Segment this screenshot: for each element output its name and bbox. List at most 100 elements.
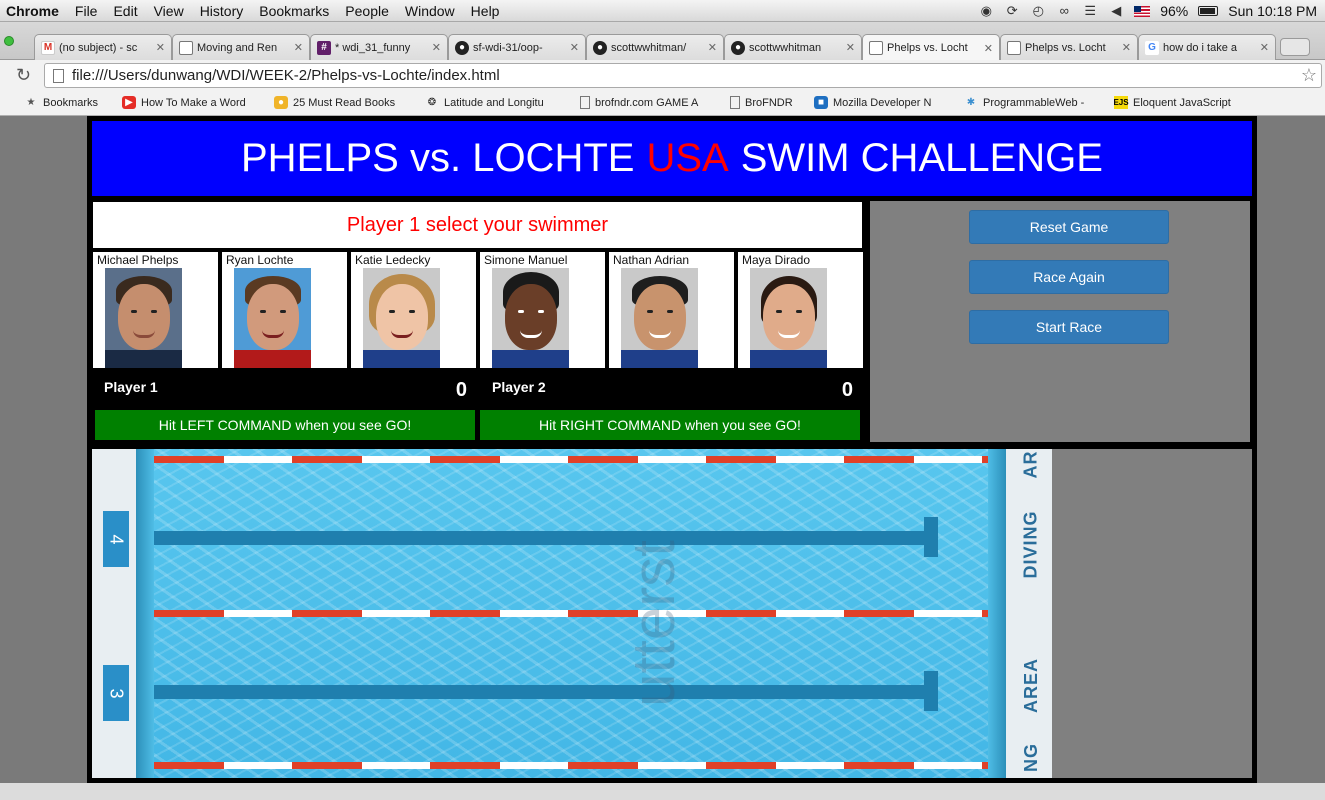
tab-label: how do i take a — [1163, 41, 1237, 54]
lane-rope — [154, 762, 988, 769]
controls-panel: Reset Game Race Again Start Race — [870, 201, 1250, 442]
player-1-score-row: Player 1 0 — [92, 368, 477, 405]
tab-label: * wdi_31_funny — [335, 41, 411, 54]
menu-app-name[interactable]: Chrome — [0, 3, 67, 19]
sync-icon[interactable]: ⟳ — [1004, 4, 1020, 18]
side-text-label: NG — [1020, 742, 1041, 772]
player-1-score: 0 — [455, 379, 467, 401]
reset-game-button[interactable]: Reset Game — [969, 210, 1169, 244]
swimmer-photo[interactable] — [234, 268, 311, 368]
player-2-label: Player 2 — [492, 379, 546, 395]
tab-close-icon[interactable]: ✕ — [708, 41, 717, 54]
menu-history[interactable]: History — [192, 3, 252, 19]
swimmer-name: Katie Ledecky — [355, 253, 431, 267]
menu-people[interactable]: People — [337, 3, 397, 19]
game-title: PHELPS vs. LOCHTE USA SWIM CHALLENGE — [92, 121, 1252, 196]
swimming-pool: 4 3 AR DIVING AREA NG utterst — [92, 449, 1052, 778]
lane-number-4: 4 — [103, 511, 129, 567]
swimmer-card-dirado[interactable]: Maya Dirado — [738, 252, 863, 368]
us-flag-icon[interactable] — [1134, 5, 1151, 17]
select-prompt: Player 1 select your swimmer — [93, 202, 862, 248]
gmail-icon: M — [41, 40, 55, 55]
volume-icon[interactable]: ◀ — [1108, 4, 1124, 18]
github-icon: ● — [455, 40, 469, 55]
menu-edit[interactable]: Edit — [105, 3, 145, 19]
battery-percent[interactable]: 96% — [1160, 3, 1188, 19]
bookmark-bookmarks[interactable]: ★ Bookmarks — [24, 96, 116, 109]
swimmer-card-ledecky[interactable]: Katie Ledecky — [351, 252, 476, 368]
tab-close-icon[interactable]: ✕ — [846, 41, 855, 54]
side-text-ng: NG — [1018, 739, 1044, 775]
new-tab-button[interactable] — [1280, 38, 1310, 56]
bookmark-eloquent-js[interactable]: EJS Eloquent JavaScript — [1114, 96, 1254, 109]
tab-close-icon[interactable]: ✕ — [1122, 41, 1131, 54]
tab-close-icon[interactable]: ✕ — [570, 41, 579, 54]
lane-marker-line — [154, 685, 934, 699]
bookmark-latitude[interactable]: ❂ Latitude and Longitu — [425, 96, 565, 109]
tab-slack[interactable]: # * wdi_31_funny ✕ — [310, 34, 448, 60]
bookmark-star-icon[interactable]: ☆ — [1301, 65, 1317, 86]
lane-number-text: 4 — [106, 533, 127, 545]
menu-clock[interactable]: Sun 10:18 PM — [1228, 3, 1317, 19]
tab-github-oop[interactable]: ● sf-wdi-31/oop- ✕ — [448, 34, 586, 60]
start-race-button[interactable]: Start Race — [969, 310, 1169, 344]
menu-help[interactable]: Help — [463, 3, 508, 19]
race-area: 4 3 AR DIVING AREA NG utterst — [92, 449, 1252, 778]
side-text-diving: DIVING — [1018, 489, 1044, 599]
tab-gmail[interactable]: M (no subject) - sc ✕ — [34, 34, 172, 60]
tab-github-scott[interactable]: ● scottwwhitman/ ✕ — [586, 34, 724, 60]
tab-close-icon[interactable]: ✕ — [432, 41, 441, 54]
swimmer-card-manuel[interactable]: Simone Manuel — [480, 252, 605, 368]
bookmark-25-books[interactable]: ● 25 Must Read Books — [274, 96, 412, 109]
tab-github-scott-2[interactable]: ● scottwwhitman ✕ — [724, 34, 862, 60]
browser-toolbar: ↻ file:///Users/dunwang/WDI/WEEK-2/Phelp… — [0, 60, 1325, 91]
tab-close-icon[interactable]: ✕ — [294, 41, 303, 54]
wifi-icon[interactable]: ☰ — [1082, 4, 1098, 18]
bookmark-programmableweb[interactable]: ✱ ProgrammableWeb - — [964, 96, 1104, 109]
menu-view[interactable]: View — [146, 3, 192, 19]
tab-google[interactable]: G how do i take a ✕ — [1138, 34, 1276, 60]
page-icon — [53, 68, 64, 83]
swimmer-photo[interactable] — [750, 268, 827, 368]
swimmer-photo[interactable] — [363, 268, 440, 368]
tab-label: Phelps vs. Locht — [1025, 41, 1106, 54]
time-machine-icon[interactable]: ◴ — [1030, 4, 1046, 18]
swimmer-card-adrian[interactable]: Nathan Adrian — [609, 252, 734, 368]
bookmark-brofndr[interactable]: BroFNDR — [730, 96, 808, 109]
lane-marker-line — [154, 531, 934, 545]
window-zoom-button[interactable] — [4, 36, 14, 46]
tab-close-icon[interactable]: ✕ — [1260, 41, 1269, 54]
reload-icon[interactable]: ↻ — [16, 65, 31, 86]
bookmark-how-to[interactable]: ▶ How To Make a Word — [122, 96, 262, 109]
tab-moving[interactable]: Moving and Ren ✕ — [172, 34, 310, 60]
swimmer-select-panel: Player 1 select your swimmer Michael Phe… — [92, 201, 863, 442]
game-container: PHELPS vs. LOCHTE USA SWIM CHALLENGE Pla… — [87, 116, 1257, 783]
tab-label: Phelps vs. Locht — [887, 42, 968, 54]
swimmer-photo[interactable] — [621, 268, 698, 368]
tab-close-icon[interactable]: ✕ — [156, 41, 165, 54]
address-bar[interactable]: file:///Users/dunwang/WDI/WEEK-2/Phelps-… — [44, 63, 1322, 88]
book-icon: ● — [274, 96, 288, 109]
bookmark-mozilla[interactable]: ■ Mozilla Developer N — [814, 96, 954, 109]
swimmer-photo[interactable] — [105, 268, 182, 368]
youtube-icon: ▶ — [122, 96, 136, 109]
menu-bookmarks[interactable]: Bookmarks — [251, 3, 337, 19]
pool-wall-right — [988, 449, 1006, 778]
tab-close-icon[interactable]: ✕ — [984, 42, 993, 55]
tab-phelps-2[interactable]: Phelps vs. Locht ✕ — [1000, 34, 1138, 60]
status-tray: ◉ ⟳ ◴ ∞ ☰ ◀ 96% Sun 10:18 PM — [978, 0, 1317, 22]
swimmer-card-lochte[interactable]: Ryan Lochte — [222, 252, 347, 368]
menu-window[interactable]: Window — [397, 3, 463, 19]
swimmer-name: Simone Manuel — [484, 253, 568, 267]
menu-file[interactable]: File — [67, 3, 106, 19]
tab-phelps-active[interactable]: Phelps vs. Locht ✕ — [862, 34, 1000, 61]
race-again-button[interactable]: Race Again — [969, 260, 1169, 294]
swimmer-card-phelps[interactable]: Michael Phelps — [93, 252, 218, 368]
bookmark-brofndr-game[interactable]: brofndr.com GAME A — [580, 96, 720, 109]
swimmer-photo[interactable] — [492, 268, 569, 368]
bluetooth-icon[interactable]: ∞ — [1056, 4, 1072, 18]
lane-number-text: 3 — [106, 687, 127, 699]
evernote-icon[interactable]: ◉ — [978, 4, 994, 18]
player-2-score: 0 — [841, 379, 853, 401]
battery-icon[interactable] — [1198, 6, 1219, 16]
